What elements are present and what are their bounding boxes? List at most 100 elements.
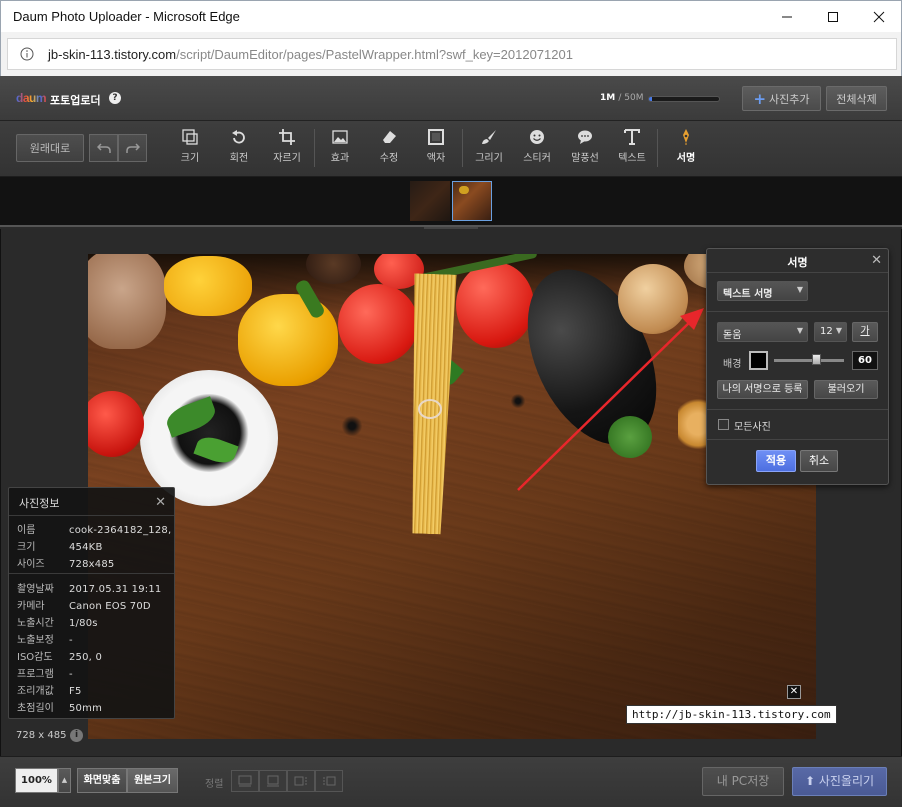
opacity-value[interactable]: 60	[852, 351, 878, 370]
font-select[interactable]: 돋움 ▼	[717, 322, 808, 342]
thumbnail-item[interactable]	[410, 181, 450, 221]
tool-rotate[interactable]: 회전	[216, 129, 262, 171]
photo-info-panel: 사진정보 ✕ 이름 cook-2364182_128, 크기 454KB 사이즈 72…	[8, 487, 175, 719]
align-icon	[238, 775, 252, 787]
minimize-icon	[782, 16, 792, 18]
edit-toolbar: 원래대로 크기 회전 자르기 효과 수정 액자 그리기 스티커 말풍선 텍스트 …	[0, 121, 902, 177]
load-signature-button[interactable]: 불러오기	[814, 380, 878, 399]
align-right-button[interactable]	[315, 770, 343, 792]
close-icon	[873, 11, 885, 23]
tool-draw[interactable]: 그리기	[466, 129, 512, 171]
url-field[interactable]: jb-skin-113.tistory.com/script/DaumEdito…	[7, 38, 897, 70]
close-icon[interactable]: ✕	[155, 495, 166, 510]
tool-sticker[interactable]: 스티커	[514, 129, 560, 171]
url-text: jb-skin-113.tistory.com/script/DaumEdito…	[48, 47, 573, 62]
app-header: daum 포토업로더 ? 1M / 50M + 사진추가 전체삭제	[0, 76, 902, 121]
reset-original-button[interactable]: 원래대로	[16, 134, 84, 162]
info-row: 초점길이 50mm	[17, 703, 103, 714]
app-title: 포토업로더	[50, 94, 101, 107]
align-top-left-button[interactable]	[231, 770, 259, 792]
bottom-bar: 100% ▲ 화면맞춤 원본크기 정렬 내 PC저장 ⬆ 사진올리기	[0, 756, 902, 807]
zoom-dropdown-button[interactable]: ▲	[58, 768, 71, 793]
all-photos-checkbox[interactable]	[718, 419, 729, 430]
zoom-level[interactable]: 100%	[15, 768, 58, 793]
sticker-icon	[530, 130, 544, 144]
info-row: 촬영날짜 2017.05.31 19:11	[17, 584, 162, 595]
tool-text[interactable]: 텍스트	[609, 129, 655, 171]
info-row: 노출시간 1/80s	[17, 618, 98, 629]
toolbar-divider	[657, 129, 658, 167]
info-icon	[20, 47, 34, 61]
fit-screen-button[interactable]: 화면맞춤	[77, 768, 127, 793]
help-icon[interactable]: ?	[109, 92, 121, 104]
tool-frame[interactable]: 액자	[413, 129, 459, 171]
tool-effect[interactable]: 효과	[317, 129, 363, 171]
info-row: 사이즈 728x485	[17, 559, 115, 570]
info-row: 크기 454KB	[17, 542, 103, 553]
signature-panel-title: 서명	[707, 249, 888, 273]
signature-type-select[interactable]: 텍스트 서명 ▼	[717, 281, 808, 301]
thumbnail-item-selected[interactable]	[452, 181, 492, 221]
align-bottom-button[interactable]	[259, 770, 287, 792]
info-row: 이름 cook-2364182_128,	[17, 525, 172, 536]
toolbar-divider	[314, 129, 315, 167]
maximize-button[interactable]	[810, 1, 856, 33]
signature-stamp[interactable]: http://jb-skin-113.tistory.com	[626, 705, 837, 724]
minimize-button[interactable]	[764, 1, 810, 33]
address-bar: jb-skin-113.tistory.com/script/DaumEdito…	[0, 32, 902, 76]
align-icon	[267, 775, 279, 787]
crop-icon	[279, 129, 295, 145]
brush-icon	[482, 130, 496, 144]
signature-icon	[683, 129, 689, 145]
window-title: Daum Photo Uploader - Microsoft Edge	[13, 9, 240, 24]
register-signature-button[interactable]: 나의 서명으로 등록	[717, 380, 808, 399]
chevron-up-icon: ▲	[61, 776, 68, 784]
save-to-pc-button[interactable]: 내 PC저장	[702, 767, 784, 796]
tool-resize[interactable]: 크기	[167, 129, 213, 171]
eraser-icon	[383, 131, 396, 143]
close-window-button[interactable]	[856, 1, 902, 33]
font-size-select[interactable]: 12 ▼	[814, 322, 847, 342]
info-row: 프로그램 -	[17, 669, 73, 680]
upload-icon: ⬆	[804, 774, 816, 788]
delete-all-button[interactable]: 전체삭제	[826, 86, 887, 111]
add-photo-button[interactable]: + 사진추가	[742, 86, 821, 111]
plus-icon: +	[753, 89, 767, 108]
close-icon[interactable]: ✕	[871, 253, 882, 268]
quota-text: 1M / 50M	[600, 93, 644, 103]
undo-icon	[96, 143, 111, 153]
effect-icon	[332, 130, 348, 144]
redo-button[interactable]	[118, 134, 147, 162]
rotate-icon	[232, 130, 245, 144]
opacity-slider-handle[interactable]	[811, 354, 821, 365]
photo-info-title: 사진정보	[9, 488, 174, 516]
upload-photo-button[interactable]: ⬆ 사진올리기	[792, 767, 887, 796]
font-style-button[interactable]: 가	[852, 322, 878, 342]
all-photos-label: 모든사진	[734, 422, 771, 433]
quota-progress	[648, 96, 720, 102]
window-titlebar: Daum Photo Uploader - Microsoft Edge	[0, 0, 902, 32]
chevron-down-icon: ▼	[796, 285, 803, 294]
background-color-swatch[interactable]	[749, 351, 768, 370]
info-row: 카메라 Canon EOS 70D	[17, 601, 151, 612]
opacity-slider[interactable]	[774, 359, 844, 362]
tool-speech-bubble[interactable]: 말풍선	[562, 129, 608, 171]
resize-icon	[182, 129, 198, 145]
align-left-button[interactable]	[287, 770, 315, 792]
remove-signature-button[interactable]: ✕	[787, 685, 801, 699]
chevron-down-icon: ▼	[835, 326, 842, 335]
original-size-button[interactable]: 원본크기	[127, 768, 178, 793]
undo-button[interactable]	[89, 134, 118, 162]
chevron-down-icon: ▼	[796, 326, 803, 335]
tool-crop[interactable]: 자르기	[264, 129, 310, 171]
toolbar-divider	[462, 129, 463, 167]
cancel-button[interactable]: 취소	[800, 450, 838, 472]
align-icon	[294, 776, 307, 786]
apply-button[interactable]: 적용	[756, 450, 796, 472]
frame-icon	[428, 129, 444, 145]
tool-signature[interactable]: 서명	[663, 129, 709, 171]
background-label: 배경	[723, 359, 742, 370]
info-icon[interactable]: i	[70, 729, 83, 742]
info-row: 조리개값 F5	[17, 686, 82, 697]
tool-retouch[interactable]: 수정	[366, 129, 412, 171]
